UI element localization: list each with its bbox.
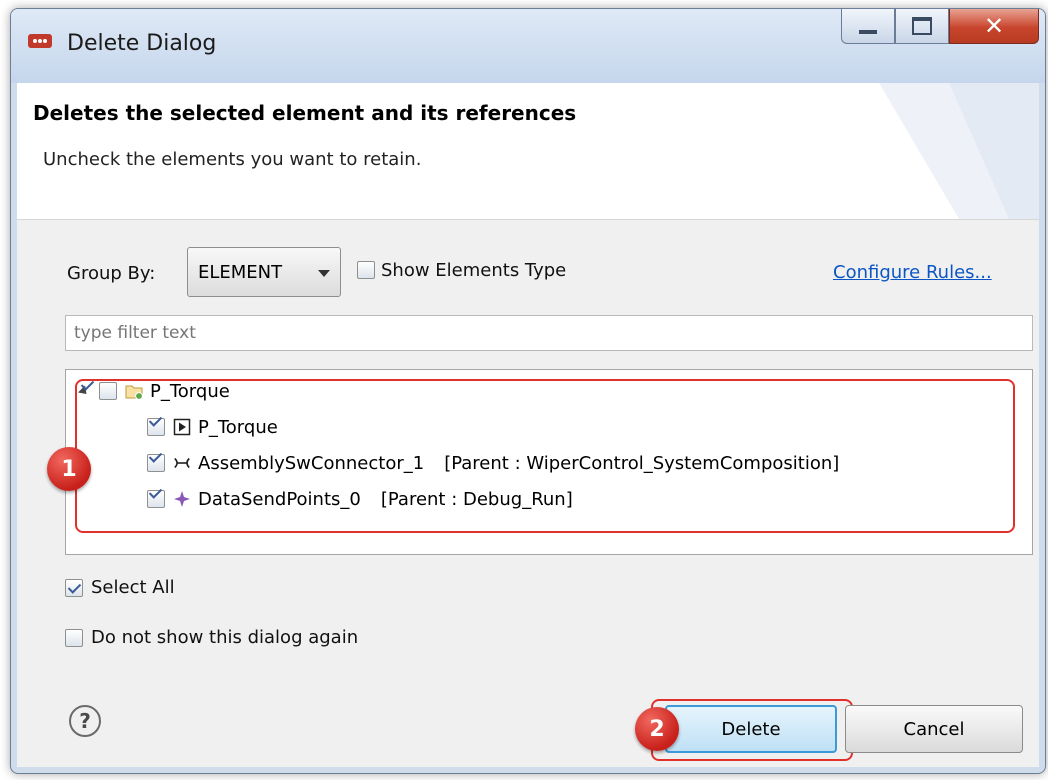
highlight-box-tree xyxy=(75,379,1015,533)
header-description: Uncheck the elements you want to retain. xyxy=(43,149,422,170)
app-icon xyxy=(28,34,52,48)
select-all-label: Select All xyxy=(91,577,175,598)
group-by-value: ELEMENT xyxy=(198,262,283,283)
dropdown-arrow-icon xyxy=(318,270,330,277)
maximize-button[interactable] xyxy=(895,9,949,44)
window-title: Delete Dialog xyxy=(67,31,217,56)
title-bar[interactable]: Delete Dialog ✕ xyxy=(11,9,1045,83)
dialog-header: Deletes the selected element and its ref… xyxy=(17,83,1039,220)
header-title: Deletes the selected element and its ref… xyxy=(33,101,577,125)
show-elements-type-checkbox[interactable] xyxy=(357,261,375,279)
group-by-label: Group By: xyxy=(67,263,156,284)
step-badge-1: 1 xyxy=(47,447,91,491)
dialog-content: Deletes the selected element and its ref… xyxy=(17,83,1039,767)
select-all-checkbox[interactable] xyxy=(65,579,83,597)
close-icon: ✕ xyxy=(983,12,1005,40)
delete-button[interactable]: Delete xyxy=(665,705,837,753)
do-not-show-label: Do not show this dialog again xyxy=(91,627,359,648)
help-icon[interactable]: ? xyxy=(69,705,101,737)
group-by-select[interactable]: ELEMENT xyxy=(187,247,341,297)
step-badge-2: 2 xyxy=(635,707,679,751)
header-decoration xyxy=(879,83,1039,219)
cancel-button[interactable]: Cancel xyxy=(845,705,1023,753)
delete-dialog-window: Delete Dialog ✕ Deletes the selected ele… xyxy=(10,8,1046,774)
do-not-show-checkbox[interactable] xyxy=(65,629,83,647)
filter-input[interactable] xyxy=(65,315,1033,351)
maximize-icon xyxy=(912,17,932,35)
close-button[interactable]: ✕ xyxy=(949,9,1039,44)
minimize-button[interactable] xyxy=(841,9,895,44)
caption-buttons: ✕ xyxy=(841,9,1039,45)
minimize-icon xyxy=(859,30,877,34)
show-elements-type-label: Show Elements Type xyxy=(381,260,567,281)
configure-rules-link[interactable]: Configure Rules... xyxy=(833,262,992,283)
